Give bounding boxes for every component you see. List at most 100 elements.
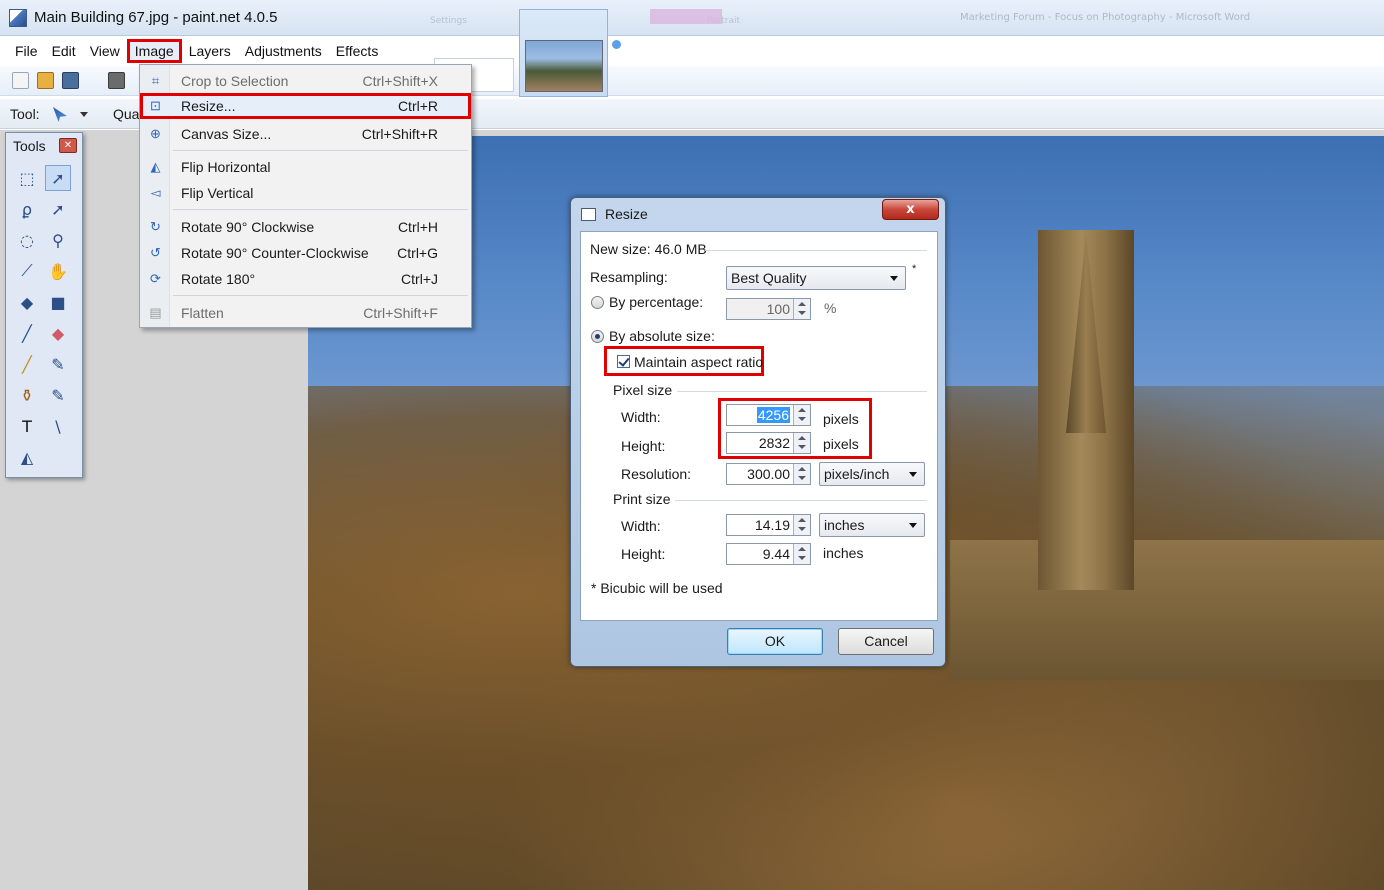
spinner-buttons[interactable] bbox=[793, 515, 810, 535]
menu-item-rotate-180[interactable]: ⟳ Rotate 180° Ctrl+J bbox=[140, 266, 471, 292]
resolution-unit-select[interactable]: pixels/inch bbox=[819, 462, 925, 486]
menu-item-rotate-ccw[interactable]: ↺ Rotate 90° Counter-Clockwise Ctrl+G bbox=[140, 240, 471, 266]
menu-edit[interactable]: Edit bbox=[45, 39, 83, 63]
dialog-title: Resize bbox=[605, 206, 648, 222]
new-file-icon[interactable] bbox=[12, 72, 29, 89]
save-icon[interactable] bbox=[62, 72, 79, 89]
resolution-value[interactable]: 300.00 bbox=[747, 466, 790, 482]
menu-item-shortcut: Ctrl+H bbox=[397, 219, 438, 235]
pixel-height-value[interactable]: 2832 bbox=[759, 435, 790, 451]
menu-view[interactable]: View bbox=[83, 39, 127, 63]
menu-item-shortcut: Ctrl+Shift+F bbox=[363, 305, 438, 321]
menu-item-rotate-cw[interactable]: ↻ Rotate 90° Clockwise Ctrl+H bbox=[140, 214, 471, 240]
photo-building bbox=[950, 540, 1384, 680]
menu-effects[interactable]: Effects bbox=[329, 39, 386, 63]
print-size-label: Print size bbox=[613, 491, 671, 507]
clone-stamp-icon[interactable]: ⚱ bbox=[14, 382, 40, 408]
open-file-icon[interactable] bbox=[37, 72, 54, 89]
spinner-buttons[interactable] bbox=[793, 544, 810, 564]
menu-image[interactable]: Image bbox=[126, 39, 182, 63]
print-width-value[interactable]: 14.19 bbox=[755, 517, 790, 533]
gradient-icon[interactable]: ■ bbox=[45, 289, 71, 315]
spinner-buttons[interactable] bbox=[793, 433, 810, 453]
resolution-unit-value: pixels/inch bbox=[824, 466, 890, 482]
menu-layers-label: Layers bbox=[188, 43, 231, 59]
zoom-icon[interactable]: ⚲ bbox=[45, 227, 71, 253]
percentage-spinner[interactable]: 100 bbox=[726, 298, 811, 320]
menu-item-shortcut: Ctrl+Shift+X bbox=[362, 73, 438, 89]
rectangle-select-icon[interactable]: ⬚ bbox=[14, 165, 40, 191]
menu-item-shortcut: Ctrl+J bbox=[401, 271, 438, 287]
rotate-180-icon: ⟳ bbox=[150, 271, 161, 286]
spinner-buttons[interactable] bbox=[793, 464, 810, 484]
pixel-size-label: Pixel size bbox=[613, 382, 673, 398]
lasso-select-icon[interactable]: ϼ bbox=[14, 196, 40, 222]
menu-item-flip-vertical[interactable]: ◅ Flip Vertical bbox=[140, 180, 471, 206]
spinner-buttons[interactable] bbox=[793, 299, 810, 319]
ellipse-select-icon[interactable]: ◌ bbox=[14, 227, 40, 253]
pixel-height-spinner[interactable]: 2832 bbox=[726, 432, 811, 454]
by-percentage-label[interactable]: By percentage: bbox=[609, 294, 703, 310]
eraser-icon[interactable]: ◆ bbox=[45, 320, 71, 346]
line-curve-icon[interactable]: \ bbox=[45, 413, 71, 439]
shapes-icon[interactable]: ◭ bbox=[14, 444, 40, 470]
magic-wand-icon[interactable]: ⟋ bbox=[14, 258, 40, 284]
paintnet-app-icon bbox=[9, 9, 27, 27]
thumbnail-dropdown-icon[interactable] bbox=[612, 40, 621, 49]
menu-adjustments[interactable]: Adjustments bbox=[238, 39, 329, 63]
move-selected-icon[interactable]: ➚ bbox=[45, 196, 71, 222]
move-selection-icon[interactable]: ➚ bbox=[45, 165, 71, 191]
resolution-spinner[interactable]: 300.00 bbox=[726, 463, 811, 485]
image-thumbnail-tab[interactable] bbox=[519, 9, 608, 97]
ghost-highlight bbox=[650, 9, 722, 24]
paint-bucket-icon[interactable]: ◆ bbox=[14, 289, 40, 315]
menu-item-label: Rotate 90° Clockwise bbox=[181, 219, 315, 235]
maintain-aspect-checkbox[interactable] bbox=[617, 355, 630, 368]
recolor-icon[interactable]: ✎ bbox=[45, 382, 71, 408]
pixel-width-spinner[interactable]: 4256 bbox=[726, 404, 811, 426]
pencil-icon[interactable]: ╱ bbox=[14, 351, 40, 377]
ghost-tab-1: Settings bbox=[430, 16, 467, 26]
by-absolute-size-label[interactable]: By absolute size: bbox=[609, 328, 715, 344]
ok-button[interactable]: OK bbox=[727, 628, 823, 655]
paintbrush-icon[interactable]: ╱ bbox=[14, 320, 40, 346]
menu-item-flip-horizontal[interactable]: ◭ Flip Horizontal bbox=[140, 154, 471, 180]
resampling-select[interactable]: Best Quality bbox=[726, 266, 906, 290]
rotate-cw-icon: ↻ bbox=[150, 219, 161, 234]
menu-item-canvas-size[interactable]: ⊕ Canvas Size... Ctrl+Shift+R bbox=[140, 121, 471, 147]
by-percentage-radio[interactable] bbox=[591, 296, 604, 309]
spinner-buttons[interactable] bbox=[793, 405, 810, 425]
print-unit-select[interactable]: inches bbox=[819, 513, 925, 537]
percent-unit: % bbox=[824, 300, 837, 316]
tools-close-icon[interactable]: ✕ bbox=[59, 138, 77, 153]
menu-separator bbox=[173, 209, 468, 210]
tools-panel-title: Tools bbox=[13, 138, 46, 154]
print-height-label: Height: bbox=[621, 546, 666, 562]
print-icon[interactable] bbox=[108, 72, 125, 89]
menu-edit-label: Edit bbox=[51, 43, 76, 59]
menu-item-label: Rotate 90° Counter-Clockwise bbox=[181, 245, 369, 261]
print-width-spinner[interactable]: 14.19 bbox=[726, 514, 811, 536]
pan-icon[interactable]: ✋ bbox=[45, 258, 71, 284]
menu-item-crop-to-selection[interactable]: ⌗ Crop to Selection Ctrl+Shift+X bbox=[140, 68, 471, 94]
tool-label: Tool: bbox=[10, 106, 40, 122]
resize-dialog-icon bbox=[581, 208, 596, 221]
print-height-spinner[interactable]: 9.44 bbox=[726, 543, 811, 565]
maintain-aspect-label[interactable]: Maintain aspect ratio bbox=[634, 354, 763, 370]
menu-item-flatten[interactable]: ▤ Flatten Ctrl+Shift+F bbox=[140, 300, 471, 326]
menu-layers[interactable]: Layers bbox=[182, 39, 238, 63]
menu-item-resize[interactable]: ⊡ Resize... Ctrl+R bbox=[140, 93, 471, 119]
print-height-value[interactable]: 9.44 bbox=[763, 546, 790, 562]
tool-dropdown-icon[interactable] bbox=[80, 112, 88, 117]
color-picker-icon[interactable]: ✎ bbox=[45, 351, 71, 377]
divider bbox=[675, 500, 927, 501]
dialog-close-button[interactable]: x bbox=[882, 199, 939, 220]
pixel-width-value[interactable]: 4256 bbox=[756, 407, 790, 423]
text-icon[interactable]: T bbox=[14, 413, 40, 439]
rotate-ccw-icon: ↺ bbox=[150, 245, 161, 260]
by-absolute-size-radio[interactable] bbox=[591, 330, 604, 343]
menu-item-label: Resize... bbox=[181, 98, 236, 114]
window-title: Main Building 67.jpg - paint.net 4.0.5 bbox=[34, 9, 278, 26]
cancel-button[interactable]: Cancel bbox=[838, 628, 934, 655]
menu-file[interactable]: File bbox=[8, 39, 45, 63]
